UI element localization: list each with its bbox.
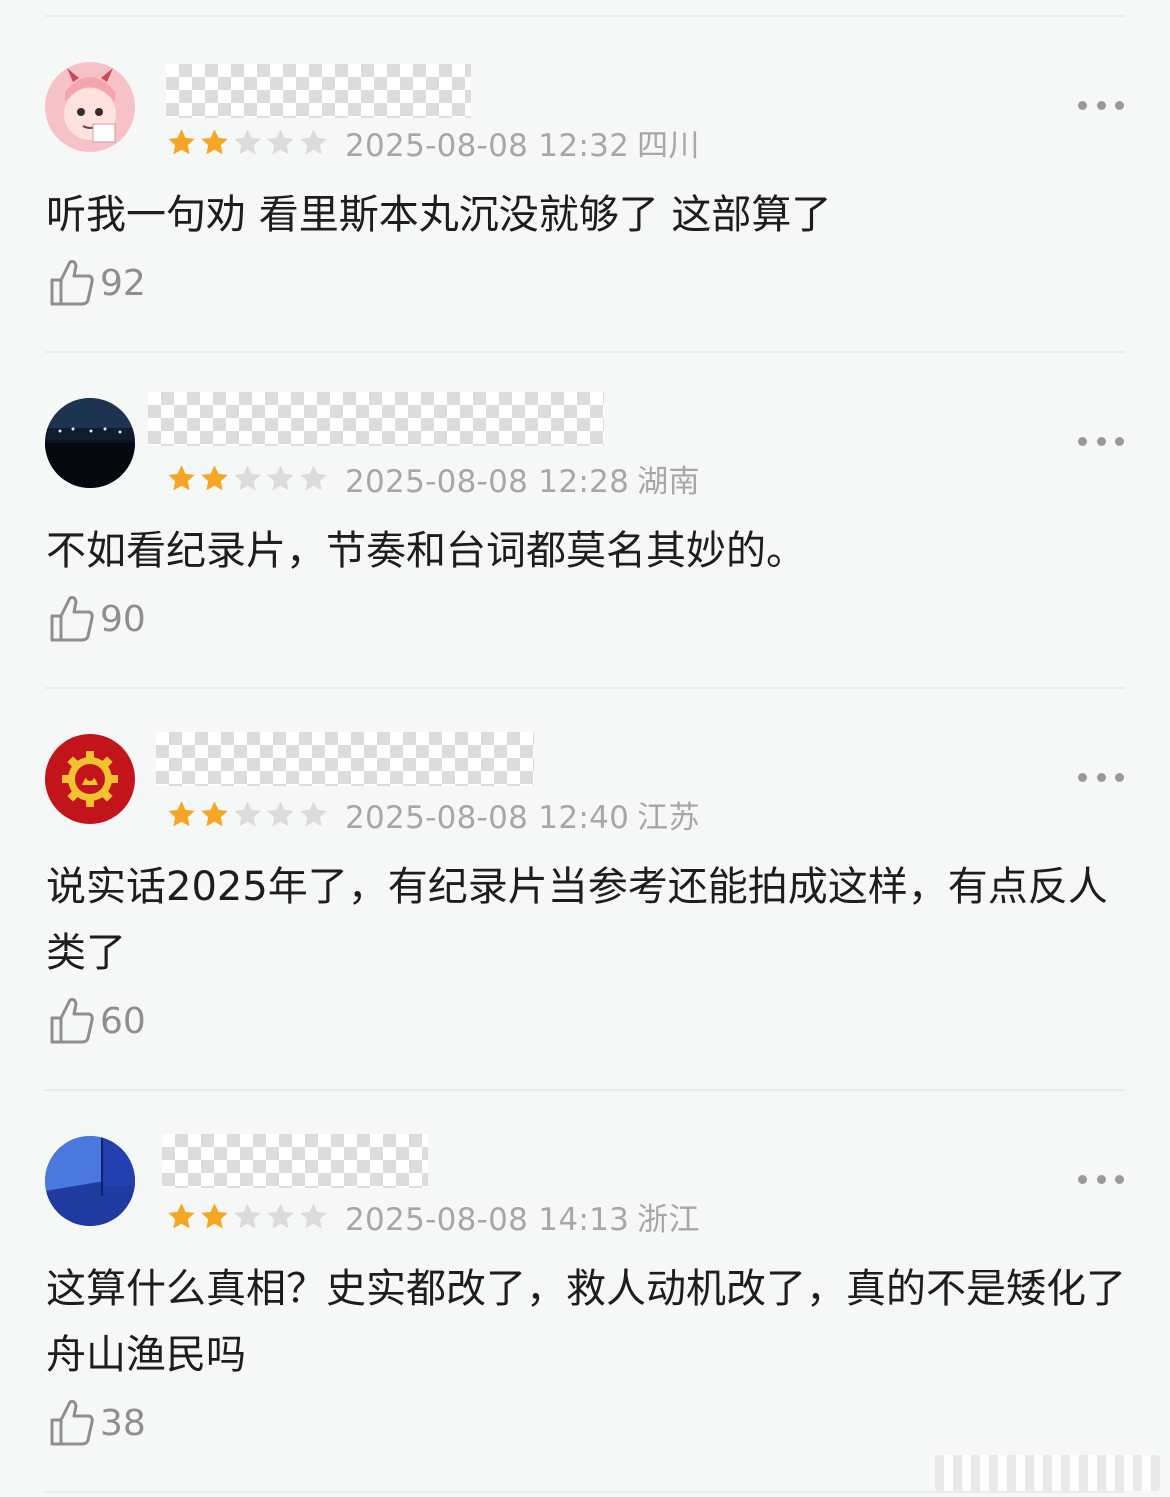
star-empty-icon <box>267 464 294 490</box>
comment-meta: 2025-08-08 14:13 浙江 <box>166 1196 700 1238</box>
star-empty-icon <box>234 128 261 154</box>
avatar[interactable] <box>45 398 135 488</box>
comment-location: 浙江 <box>637 1201 700 1238</box>
like-count: 38 <box>100 1402 146 1444</box>
thumbs-up-icon <box>50 998 94 1044</box>
star-filled-icon <box>168 800 195 826</box>
star-filled-icon <box>201 464 228 490</box>
comment-text: 听我一句劝 看里斯本丸沉没就够了 这部算了 <box>46 192 832 238</box>
comment-meta: 2025-08-08 12:32 四川 <box>166 122 700 164</box>
more-dots-icon[interactable] <box>1078 434 1124 448</box>
comment-divider <box>45 687 1125 689</box>
star-empty-icon <box>234 1202 261 1228</box>
star-empty-icon <box>300 1202 327 1228</box>
star-filled-icon <box>201 1202 228 1228</box>
more-dots-icon[interactable] <box>1078 770 1124 784</box>
more-dots-icon[interactable] <box>1078 98 1124 112</box>
comment-meta: 2025-08-08 12:40 江苏 <box>166 794 700 836</box>
avatar[interactable] <box>45 1136 135 1226</box>
star-filled-icon <box>168 128 195 154</box>
like-count: 92 <box>100 262 146 304</box>
star-empty-icon <box>300 464 327 490</box>
comment-text: 不如看纪录片，节奏和台词都莫名其妙的。 <box>46 528 806 574</box>
username-redacted[interactable] <box>156 732 534 786</box>
comment-text: 说实话2025年了，有纪录片当参考还能拍成这样，有点反人类了 <box>46 864 1108 976</box>
comment-location: 江苏 <box>637 799 700 836</box>
star-filled-icon <box>168 464 195 490</box>
like-button[interactable]: 90 <box>48 594 146 644</box>
star-rating <box>166 1201 329 1232</box>
avatar[interactable] <box>45 734 135 824</box>
like-count: 90 <box>100 598 146 640</box>
home-indicator <box>935 1455 1160 1491</box>
comment-date: 2025-08-08 12:28 <box>345 463 630 500</box>
username-redacted[interactable] <box>148 392 604 446</box>
star-empty-icon <box>267 128 294 154</box>
star-rating <box>166 463 329 494</box>
star-filled-icon <box>168 1202 195 1228</box>
like-button[interactable]: 38 <box>48 1398 146 1448</box>
comment-location: 四川 <box>637 127 700 164</box>
star-filled-icon <box>201 800 228 826</box>
like-button[interactable]: 92 <box>48 258 146 308</box>
like-button[interactable]: 60 <box>48 996 146 1046</box>
comment-divider <box>45 351 1125 353</box>
thumbs-up-icon <box>50 1400 94 1446</box>
comment-date: 2025-08-08 12:40 <box>345 799 630 836</box>
star-empty-icon <box>300 128 327 154</box>
comment-divider <box>45 1089 1125 1091</box>
top-divider <box>45 15 1125 17</box>
star-empty-icon <box>267 1202 294 1228</box>
star-filled-icon <box>201 128 228 154</box>
comment-date: 2025-08-08 14:13 <box>345 1201 630 1238</box>
star-empty-icon <box>234 800 261 826</box>
star-rating <box>166 127 329 158</box>
comment-text: 这算什么真相？史实都改了，救人动机改了，真的不是矮化了舟山渔民吗 <box>46 1266 1126 1378</box>
avatar[interactable] <box>45 62 135 152</box>
username-redacted[interactable] <box>166 64 471 118</box>
thumbs-up-icon <box>50 596 94 642</box>
comment-location: 湖南 <box>637 463 700 500</box>
more-dots-icon[interactable] <box>1078 1172 1124 1186</box>
thumbs-up-icon <box>50 260 94 306</box>
comment-date: 2025-08-08 12:32 <box>345 127 630 164</box>
like-count: 60 <box>100 1000 146 1042</box>
comment-divider <box>45 1491 1125 1493</box>
star-rating <box>166 799 329 830</box>
comment-meta: 2025-08-08 12:28 湖南 <box>166 458 700 500</box>
username-redacted[interactable] <box>162 1134 428 1188</box>
star-empty-icon <box>234 464 261 490</box>
star-empty-icon <box>267 800 294 826</box>
star-empty-icon <box>300 800 327 826</box>
